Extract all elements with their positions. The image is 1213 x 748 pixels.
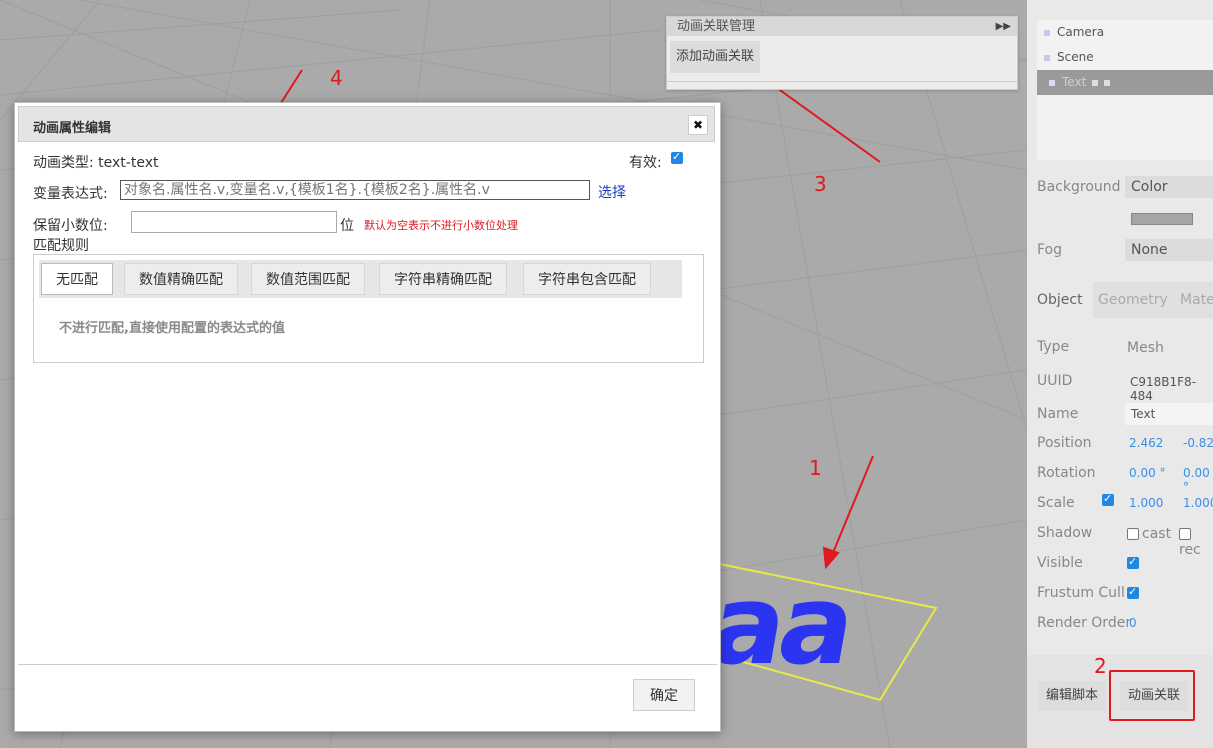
highlight-box — [1109, 670, 1195, 721]
background-select[interactable]: Color — [1125, 176, 1213, 198]
tab-geometry[interactable]: Geometry — [1088, 282, 1178, 318]
decimal-label: 保留小数位: — [33, 218, 108, 234]
rule-tabs: 无匹配 数值精确匹配 数值范围匹配 字符串精确匹配 字符串包含匹配 — [39, 260, 682, 298]
uuid-label: UUID — [1037, 373, 1073, 389]
fog-label: Fog — [1037, 242, 1063, 258]
uuid-value: C918B1F8-484 — [1130, 375, 1197, 403]
annotation-4: 4 — [330, 66, 343, 90]
decimal-unit: 位 — [340, 218, 354, 234]
tab-string-contains[interactable]: 字符串包含匹配 — [523, 263, 651, 295]
valid-checkbox[interactable] — [671, 150, 683, 164]
tab-string-exact[interactable]: 字符串精确匹配 — [379, 263, 507, 295]
tab-no-match[interactable]: 无匹配 — [41, 263, 113, 295]
background-label: Background — [1037, 179, 1121, 195]
rotation-x[interactable]: 0.00 ° — [1129, 466, 1166, 480]
name-label: Name — [1037, 406, 1079, 422]
match-rules-panel: 无匹配 数值精确匹配 数值范围匹配 字符串精确匹配 字符串包含匹配 不进行匹配,… — [33, 254, 704, 363]
position-x[interactable]: 2.462 — [1129, 436, 1163, 450]
outliner-item-scene[interactable]: Scene — [1037, 45, 1213, 70]
scale-label: Scale — [1037, 495, 1075, 511]
outliner-item-camera[interactable]: Camera — [1037, 20, 1213, 45]
annotation-3: 3 — [814, 172, 827, 196]
render-order-value[interactable]: 0 — [1129, 616, 1137, 630]
dialog-title: 动画属性编辑 — [33, 121, 112, 136]
anim-manager-header: 动画关联管理 ▶▶ — [667, 17, 1017, 36]
match-rules-label: 匹配规则 — [33, 238, 89, 254]
expr-label: 变量表达式: — [33, 186, 108, 202]
dialog-divider — [18, 664, 717, 665]
collapse-icon[interactable]: ▶▶ — [996, 17, 1011, 36]
material-square-icon — [1092, 79, 1099, 86]
rule-description: 不进行匹配,直接使用配置的表达式的值 — [59, 321, 285, 336]
tab-material[interactable]: Mate — [1170, 282, 1213, 318]
decimal-input[interactable] — [131, 211, 337, 233]
dialog-header: 动画属性编辑 ✖ — [18, 106, 715, 142]
tab-number-exact[interactable]: 数值精确匹配 — [124, 263, 238, 295]
shadow-receive-option[interactable]: rec — [1179, 526, 1213, 558]
outliner-item-text[interactable]: Text — [1037, 70, 1213, 95]
sidebar: Camera Scene Text Background Color Fog N… — [1027, 0, 1213, 748]
annotation-2: 2 — [1094, 654, 1107, 678]
scale-lock-checkbox[interactable] — [1102, 492, 1114, 506]
background-color-swatch[interactable] — [1131, 213, 1193, 225]
select-link[interactable]: 选择 — [598, 182, 626, 202]
outliner[interactable]: Camera Scene Text — [1037, 20, 1213, 160]
tab-number-range[interactable]: 数值范围匹配 — [251, 263, 365, 295]
type-value: Mesh — [1127, 340, 1164, 356]
rotation-label: Rotation — [1037, 465, 1096, 481]
type-label: Type — [1037, 339, 1070, 355]
visible-label: Visible — [1037, 555, 1083, 571]
divider — [667, 81, 1017, 82]
anim-type-label: 动画类型: text-text — [33, 155, 159, 171]
scale-x[interactable]: 1.000 — [1129, 496, 1163, 510]
properties-tabs: Object Geometry Mate — [1027, 282, 1213, 318]
receive-checkbox[interactable] — [1179, 528, 1191, 540]
position-y[interactable]: -0.825 — [1183, 436, 1213, 450]
anim-property-dialog: 动画属性编辑 ✖ 动画类型: text-text 有效: 变量表达式: 选择 保… — [14, 102, 721, 732]
name-input[interactable]: Text — [1125, 403, 1213, 425]
rotation-y[interactable]: 0.00 ° — [1183, 466, 1213, 494]
fog-select[interactable]: None — [1125, 239, 1213, 261]
valid-label: 有效: — [629, 155, 662, 171]
visible-checkbox[interactable] — [1127, 555, 1139, 569]
annotation-1: 1 — [809, 456, 822, 480]
frustum-cull-label: Frustum Cull — [1037, 585, 1125, 601]
frustum-cull-checkbox[interactable] — [1127, 585, 1139, 599]
cast-checkbox[interactable] — [1127, 528, 1139, 540]
shadow-label: Shadow — [1037, 525, 1093, 541]
shadow-cast-option[interactable]: cast — [1127, 526, 1171, 542]
scale-y[interactable]: 1.000 — [1183, 496, 1213, 510]
geometry-square-icon — [1104, 79, 1111, 86]
decimal-hint: 默认为空表示不进行小数位处理 — [364, 219, 518, 232]
expr-input[interactable] — [120, 180, 590, 200]
anim-manager-title: 动画关联管理 — [677, 19, 756, 34]
position-label: Position — [1037, 435, 1092, 451]
tab-object[interactable]: Object — [1027, 282, 1093, 318]
close-icon[interactable]: ✖ — [688, 115, 708, 135]
ok-button[interactable]: 确定 — [633, 679, 695, 711]
anim-manager-panel: 动画关联管理 ▶▶ 添加动画关联 — [666, 16, 1018, 90]
render-order-label: Render Order — [1037, 615, 1132, 631]
add-anim-link-button[interactable]: 添加动画关联 — [670, 41, 761, 73]
edit-script-button[interactable]: 编辑脚本 — [1038, 681, 1107, 711]
